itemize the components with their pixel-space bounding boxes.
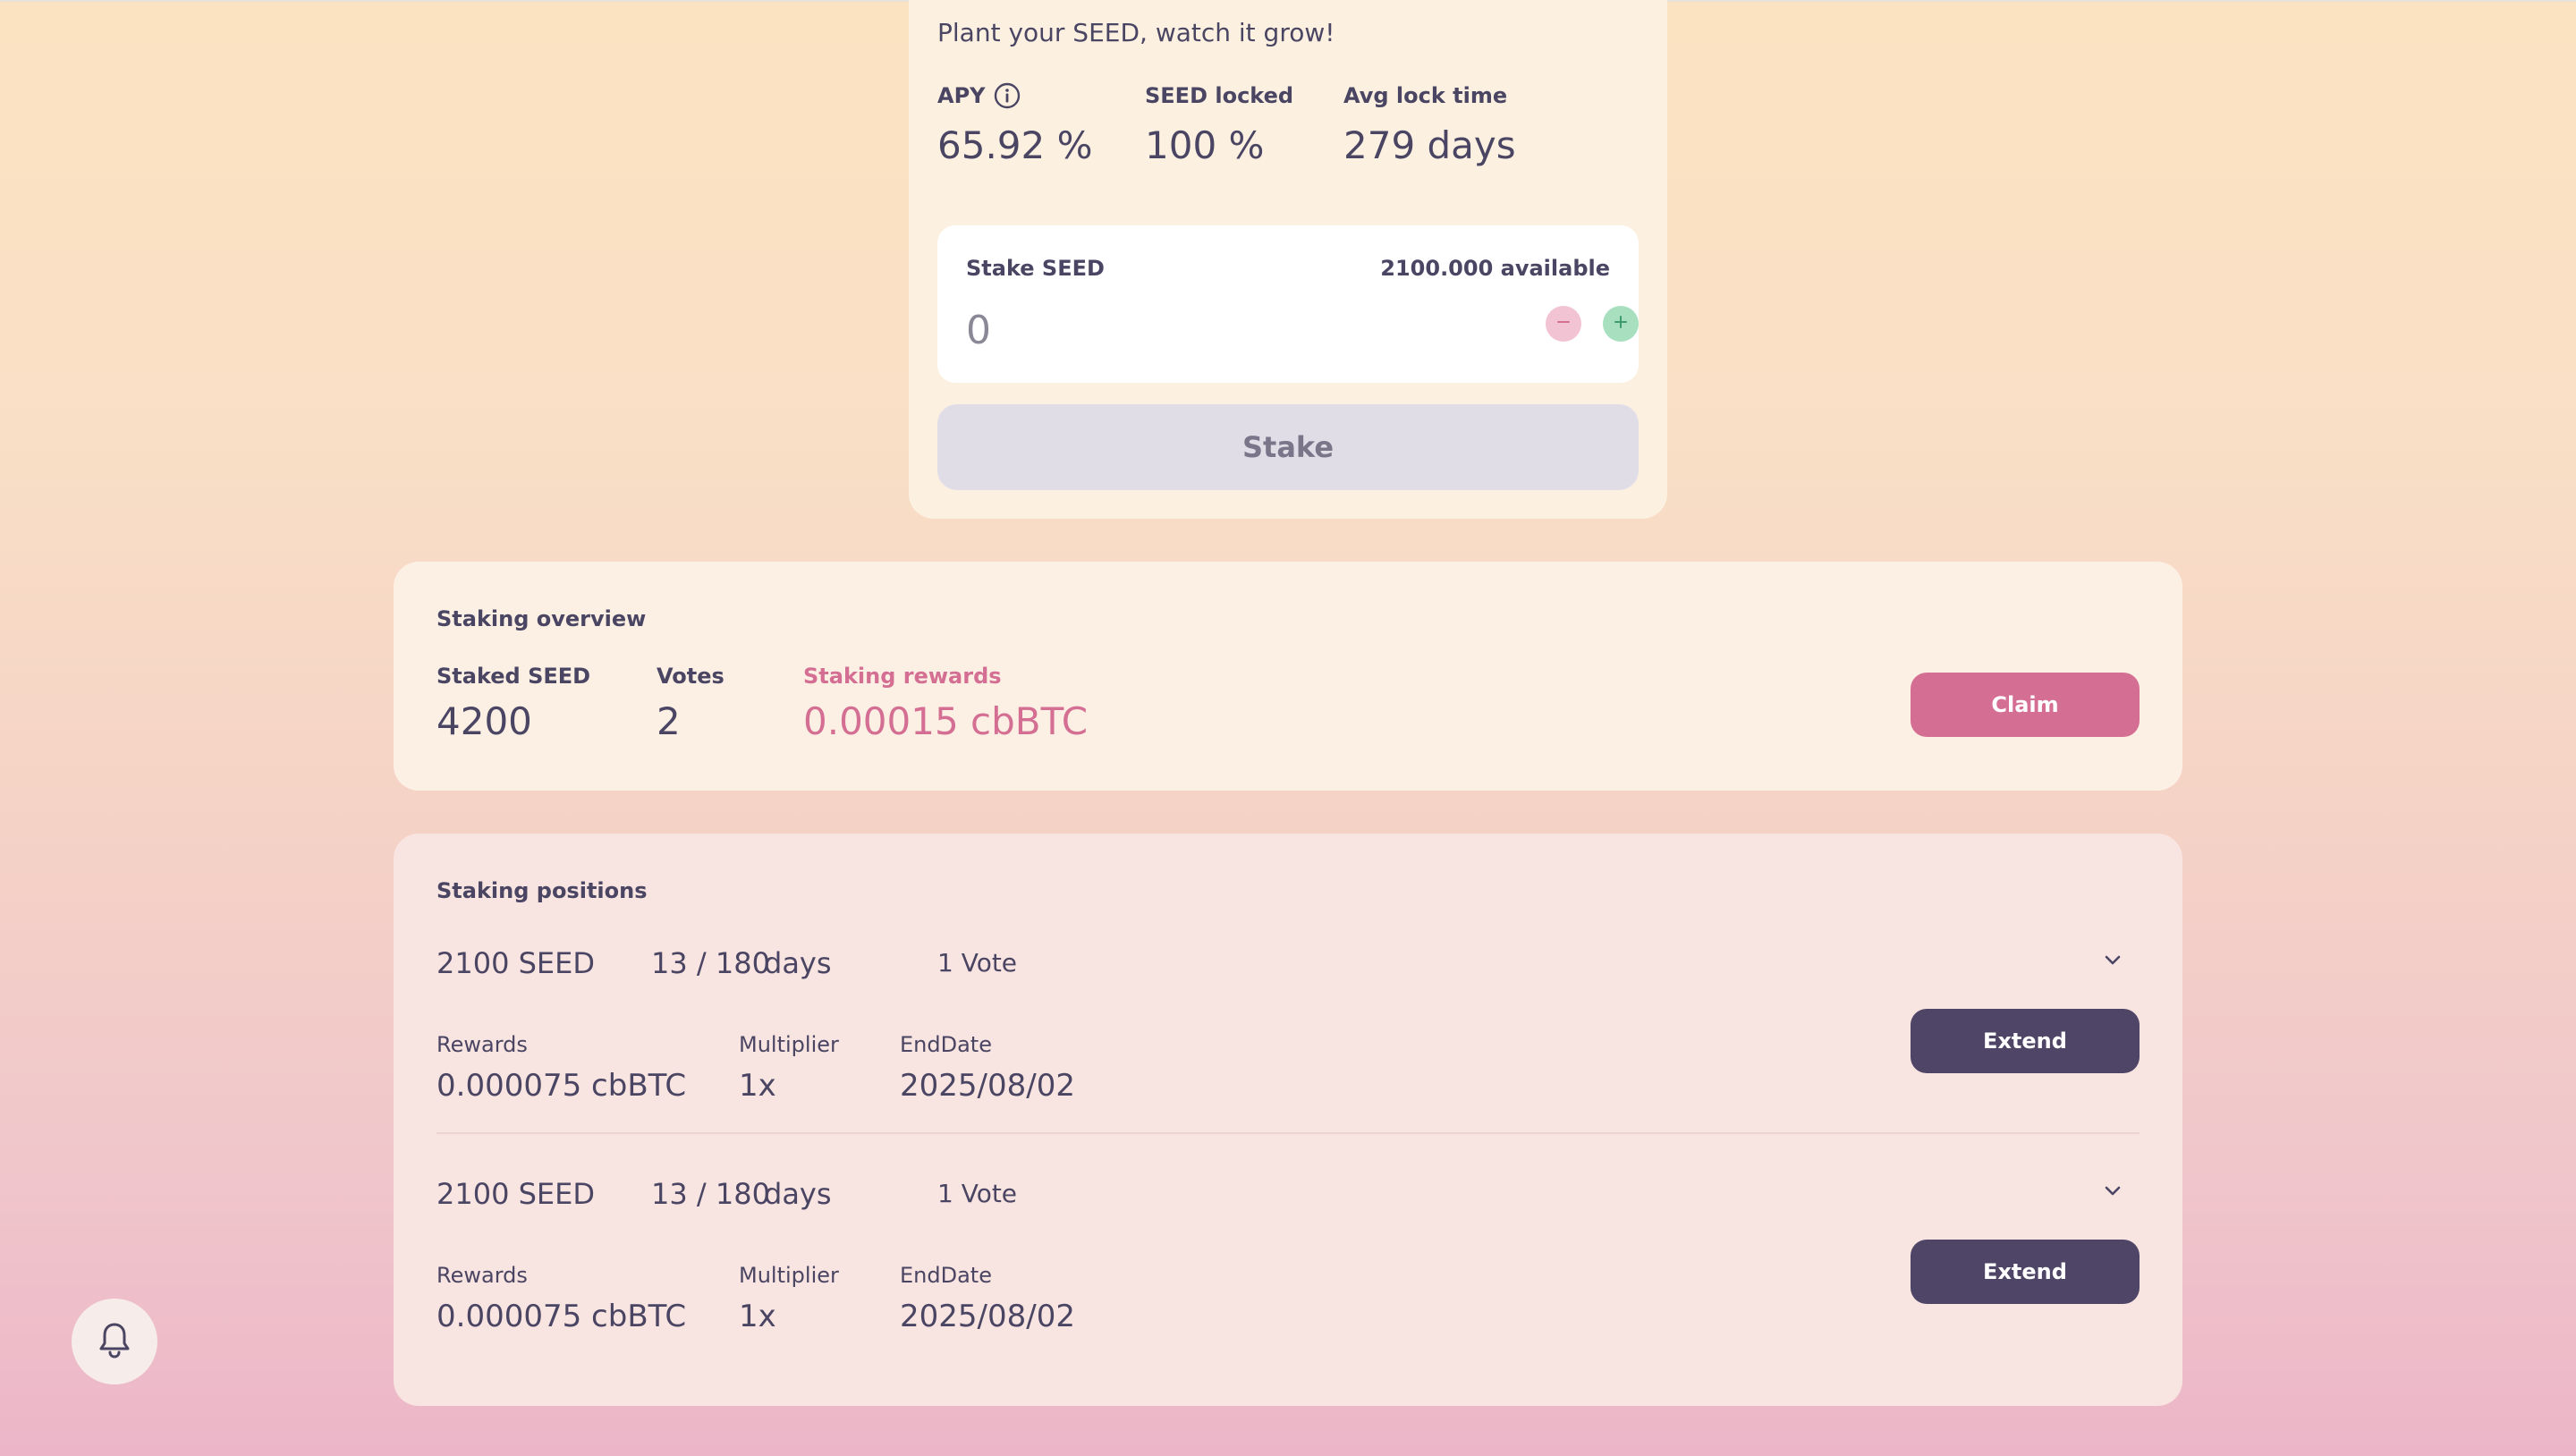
votes-label: Votes (657, 664, 724, 689)
stake-input-box: Stake SEED 2100.000 available (937, 225, 1639, 383)
position-votes: 1 Vote (937, 1179, 1018, 1208)
notifications-button[interactable] (72, 1299, 157, 1384)
chevron-down-icon[interactable] (2100, 946, 2125, 971)
staked-seed-value: 4200 (436, 699, 532, 743)
avg-lock-label: Avg lock time (1343, 83, 1508, 108)
apy-metric: APY 65.92 % (937, 82, 1093, 167)
staked-seed-label: Staked SEED (436, 664, 591, 689)
seed-locked-label: SEED locked (1145, 83, 1294, 108)
minus-icon (1553, 311, 1574, 336)
rewards-value: 0.000075 cbBTC (436, 1299, 687, 1334)
multiplier-value: 1x (739, 1068, 776, 1104)
extend-button[interactable]: Extend (1911, 1009, 2140, 1073)
position-enddate: EndDate 2025/08/02 (900, 1263, 1075, 1334)
stake-tagline: Plant your SEED, watch it grow! (937, 18, 1335, 47)
staking-positions-card: Staking positions 2100 SEED 13 / 180 day… (394, 834, 2182, 1406)
rewards-label: Rewards (436, 1032, 528, 1057)
multiplier-label: Multiplier (739, 1032, 839, 1057)
enddate-value: 2025/08/02 (900, 1299, 1075, 1334)
position-divider (436, 1132, 2140, 1134)
stake-input-label: Stake SEED (966, 256, 1105, 281)
rewards-value: 0.000075 cbBTC (436, 1068, 687, 1104)
decrease-button[interactable] (1546, 306, 1581, 342)
position-amount: 2100 SEED (436, 946, 595, 980)
avg-lock-metric: Avg lock time 279 days (1343, 82, 1516, 167)
position-amount: 2100 SEED (436, 1177, 595, 1211)
staking-rewards-label: Staking rewards (803, 664, 1002, 689)
staking-overview-card: Staking overview Staked SEED 4200 Votes … (394, 562, 2182, 791)
seed-locked-metric: SEED locked 100 % (1145, 82, 1293, 167)
stake-card: Plant your SEED, watch it grow! APY 65.9… (909, 0, 1667, 519)
position-multiplier: Multiplier 1x (739, 1032, 839, 1104)
available-balance: 2100.000 available (1380, 256, 1610, 281)
positions-title: Staking positions (436, 878, 648, 903)
enddate-label: EndDate (900, 1032, 992, 1057)
overview-title: Staking overview (436, 606, 647, 631)
stake-button[interactable]: Stake (937, 404, 1639, 490)
info-icon[interactable] (993, 81, 1021, 110)
staking-position: 2100 SEED 13 / 180 days 1 Vote Rewards 0… (436, 946, 2140, 1161)
enddate-label: EndDate (900, 1263, 992, 1288)
staking-rewards-value: 0.00015 cbBTC (803, 699, 1089, 743)
position-enddate: EndDate 2025/08/02 (900, 1032, 1075, 1104)
staking-rewards-stat: Staking rewards 0.00015 cbBTC (803, 664, 1088, 743)
position-header[interactable]: 2100 SEED 13 / 180 days 1 Vote (436, 1177, 2140, 1216)
rewards-label: Rewards (436, 1263, 528, 1288)
position-progress: 13 / 180 (651, 946, 770, 980)
position-votes: 1 Vote (937, 948, 1018, 978)
multiplier-label: Multiplier (739, 1263, 839, 1288)
avg-lock-value: 279 days (1343, 123, 1516, 167)
staked-seed-stat: Staked SEED 4200 (436, 664, 590, 743)
apy-value: 65.92 % (937, 123, 1093, 167)
enddate-value: 2025/08/02 (900, 1068, 1075, 1104)
votes-value: 2 (657, 699, 681, 743)
chevron-down-icon[interactable] (2100, 1177, 2125, 1202)
bell-icon (97, 1320, 132, 1363)
increase-button[interactable] (1603, 306, 1639, 342)
position-rewards: Rewards 0.000075 cbBTC (436, 1263, 686, 1334)
plus-icon (1610, 311, 1631, 336)
position-header[interactable]: 2100 SEED 13 / 180 days 1 Vote (436, 946, 2140, 986)
position-days-label: days (764, 946, 832, 980)
seed-locked-value: 100 % (1145, 123, 1265, 167)
votes-stat: Votes 2 (657, 664, 724, 743)
stake-amount-input[interactable] (966, 308, 1467, 353)
position-rewards: Rewards 0.000075 cbBTC (436, 1032, 686, 1104)
position-progress: 13 / 180 (651, 1177, 770, 1211)
position-days-label: days (764, 1177, 832, 1211)
position-multiplier: Multiplier 1x (739, 1263, 839, 1334)
extend-button[interactable]: Extend (1911, 1240, 2140, 1304)
apy-label: APY (937, 83, 986, 108)
staking-position: 2100 SEED 13 / 180 days 1 Vote Rewards 0… (436, 1177, 2140, 1392)
claim-button[interactable]: Claim (1911, 673, 2140, 737)
multiplier-value: 1x (739, 1299, 776, 1334)
